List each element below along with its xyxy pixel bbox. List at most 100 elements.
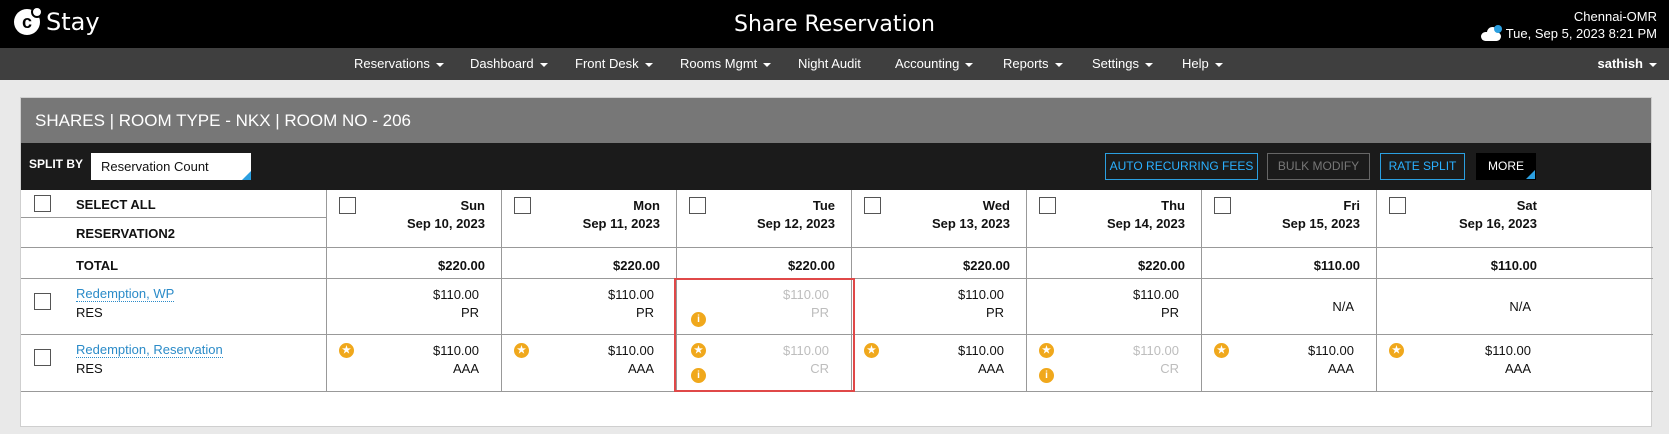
day-checkbox[interactable] [514,197,531,214]
total-cell: $220.00 [1027,248,1202,278]
guest-checkbox[interactable] [34,349,51,366]
rate-cell[interactable]: ★ $110.00 AAA [502,335,677,391]
header-row: SELECT ALL RESERVATION2 Sun Sep 10, 2023… [21,190,1653,248]
star-icon[interactable]: ★ [1214,343,1229,358]
day-header-wed: Wed Sep 13, 2023 [852,190,1027,247]
day-header-mon: Mon Sep 11, 2023 [502,190,677,247]
total-row: TOTAL $220.00 $220.00 $220.00 $220.00 $2… [21,248,1653,279]
nav-label: Rooms Mgmt [680,56,758,71]
rate-amount: $110.00 [432,343,479,358]
total-value: $220.00 [613,258,660,273]
rate-amount: $110.00 [432,287,479,302]
day-name: Wed [982,198,1010,213]
rate-code: AAA [452,361,479,376]
rate-cell[interactable]: ★ i $110.00 CR [1027,335,1202,391]
day-date: Sep 14, 2023 [1106,216,1185,231]
rate-cell[interactable]: ★ $110.00 AAA [327,335,502,391]
rate-code: PR [1160,305,1179,320]
select-all-label: SELECT ALL [76,197,156,212]
more-button[interactable]: MORE [1476,153,1536,180]
day-checkbox[interactable] [1389,197,1406,214]
day-name: Tue [812,198,835,213]
day-date: Sep 15, 2023 [1281,216,1360,231]
nav-reservations[interactable]: Reservations [354,48,444,80]
toolbar: SPLIT BY Reservation Count AUTO RECURRIN… [21,143,1651,190]
rate-cell[interactable]: $110.00 PR [1027,279,1202,334]
nav-rooms-mgmt[interactable]: Rooms Mgmt [680,48,772,80]
auto-recurring-fees-button[interactable]: AUTO RECURRING FEES [1105,153,1258,180]
bulk-modify-button[interactable]: BULK MODIFY [1267,153,1370,180]
star-icon[interactable]: ★ [1039,343,1054,358]
star-icon[interactable]: ★ [514,343,529,358]
rate-code: AAA [627,361,654,376]
total-cell: $220.00 [852,248,1027,278]
day-checkbox[interactable] [689,197,706,214]
nav-dashboard[interactable]: Dashboard [470,48,548,80]
rate-cell[interactable]: ★ $110.00 AAA [1202,335,1377,391]
nav-front-desk[interactable]: Front Desk [575,48,653,80]
rate-split-button[interactable]: RATE SPLIT [1380,153,1465,180]
chevron-down-icon [1214,62,1223,67]
nav-reports[interactable]: Reports [1003,48,1063,80]
not-available: N/A [1332,299,1354,314]
hotel-info: Chennai-OMR Tue, Sep 5, 2023 8:21 PM [1480,8,1657,42]
shares-panel: SHARES | ROOM TYPE - NKX | ROOM NO - 206… [20,97,1653,427]
day-name: Sun [460,198,485,213]
nav-label: Reports [1003,56,1049,71]
info-icon[interactable]: i [1039,368,1054,383]
day-name: Thu [1161,198,1185,213]
chevron-down-icon [1054,62,1063,67]
star-icon[interactable]: ★ [339,343,354,358]
day-date: Sep 12, 2023 [756,216,835,231]
main-nav: Reservations Dashboard Front Desk Rooms … [0,48,1669,80]
rate-cell[interactable]: $110.00 PR [327,279,502,334]
total-value: $110.00 [1313,258,1360,273]
rate-amount: $110.00 [1307,343,1354,358]
star-icon[interactable]: ★ [1389,343,1404,358]
rate-cell[interactable]: ★ $110.00 AAA [1377,335,1553,391]
day-checkbox[interactable] [1214,197,1231,214]
rate-cell[interactable]: $110.00 PR [502,279,677,334]
day-name: Fri [1343,198,1360,213]
guest-type: RES [76,361,103,376]
total-cell: $220.00 [677,248,852,278]
rate-amount: $110.00 [1132,287,1179,302]
nav-accounting[interactable]: Accounting [895,48,974,80]
nav-night-audit[interactable]: Night Audit [798,48,861,80]
select-all-checkbox[interactable] [34,195,51,212]
user-menu[interactable]: sathish [1597,48,1657,80]
nav-settings[interactable]: Settings [1092,48,1153,80]
rate-amount: $110.00 [1484,343,1531,358]
chevron-down-icon [539,62,548,67]
total-cell: $220.00 [327,248,502,278]
rate-cell[interactable]: $110.00 PR [852,279,1027,334]
day-date: Sep 11, 2023 [582,216,660,231]
day-checkbox[interactable] [339,197,356,214]
guest-checkbox[interactable] [34,293,51,310]
nav-label: Reservations [354,56,430,71]
user-name: sathish [1597,56,1643,71]
nav-help[interactable]: Help [1182,48,1223,80]
chevron-down-icon [965,62,974,67]
split-by-select[interactable]: Reservation Count [91,153,251,180]
day-header-tue: Tue Sep 12, 2023 [677,190,852,247]
star-icon[interactable]: ★ [864,343,879,358]
chevron-down-icon [1144,62,1153,67]
rate-code: PR [985,305,1004,320]
rate-cell[interactable]: ★ $110.00 AAA [852,335,1027,391]
day-header-sun: Sun Sep 10, 2023 [327,190,502,247]
chevron-down-icon [644,62,653,67]
total-label-cell: TOTAL [21,248,327,278]
total-label: TOTAL [76,258,119,273]
guest-name-link[interactable]: Redemption, WP [76,287,175,302]
day-checkbox[interactable] [1039,197,1056,214]
page-title: Share Reservation [734,12,935,37]
split-by-label: SPLIT BY [29,157,84,171]
total-value: $220.00 [788,258,835,273]
day-checkbox[interactable] [864,197,881,214]
rate-code: AAA [1327,361,1354,376]
guest-name-link[interactable]: Redemption, Reservation [76,343,223,358]
guest-cell: Redemption, WP RES [21,279,327,334]
nav-label: Settings [1092,56,1139,71]
day-header-thu: Thu Sep 14, 2023 [1027,190,1202,247]
